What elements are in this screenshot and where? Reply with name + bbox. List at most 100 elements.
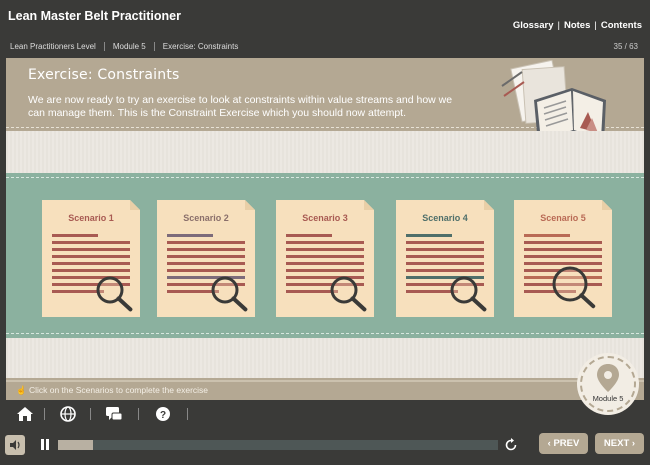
text-line — [167, 276, 245, 279]
page-counter: 35 / 63 — [613, 42, 638, 51]
text-line — [286, 234, 332, 237]
toolbar: ? — [0, 402, 650, 426]
chat-icon[interactable] — [104, 405, 124, 423]
top-bar: Lean Master Belt Practitioner Glossary | N… — [0, 0, 650, 57]
content-stage: Exercise: Constraints We are now ready t… — [6, 58, 644, 400]
magnifier-icon — [211, 276, 248, 312]
separator: | — [594, 20, 597, 31]
text-line — [286, 248, 364, 251]
text-line — [52, 255, 130, 258]
scenario-card[interactable]: Scenario 5 — [514, 200, 612, 317]
next-button[interactable]: NEXT › — [595, 433, 644, 454]
text-line — [52, 290, 104, 293]
document-lines-icon — [406, 234, 487, 312]
document-lines-icon — [286, 234, 367, 312]
divider — [6, 333, 644, 334]
help-icon[interactable]: ? — [153, 405, 173, 423]
text-line — [52, 262, 130, 265]
text-line — [406, 241, 484, 244]
linen-band-bottom — [6, 338, 644, 378]
svg-text:?: ? — [160, 410, 166, 421]
prev-button[interactable]: ‹ PREV — [539, 433, 588, 454]
pause-button[interactable] — [38, 438, 52, 452]
text-line — [524, 241, 602, 244]
text-line — [286, 290, 338, 293]
divider — [6, 380, 644, 382]
text-line — [524, 248, 602, 251]
text-line — [167, 262, 245, 265]
text-line — [406, 269, 484, 272]
replay-icon[interactable] — [503, 437, 519, 453]
toolbar-separator — [90, 408, 91, 420]
exercise-title: Exercise: Constraints — [28, 67, 180, 83]
text-line — [406, 255, 484, 258]
next-label: NEXT — [603, 438, 630, 449]
breadcrumb-page: Exercise: Constraints — [162, 42, 239, 51]
document-lines-icon — [167, 234, 248, 312]
notes-link[interactable]: Notes — [564, 20, 590, 31]
volume-button[interactable] — [5, 435, 25, 455]
text-line — [406, 290, 458, 293]
chevron-right-icon: › — [631, 438, 636, 449]
text-line — [406, 262, 484, 265]
text-line — [52, 248, 130, 251]
magnifier-icon — [96, 276, 133, 312]
glossary-link[interactable]: Glossary — [513, 20, 554, 31]
text-line — [286, 255, 364, 258]
globe-icon[interactable] — [58, 405, 78, 423]
text-line — [52, 241, 130, 244]
toolbar-separator — [44, 408, 45, 420]
progress-bar[interactable] — [58, 440, 498, 450]
text-line — [524, 262, 602, 265]
magnifier-icon — [330, 276, 367, 312]
text-line — [167, 234, 213, 237]
text-line — [524, 255, 602, 258]
hint-label: Click on the Scenarios to complete the e… — [28, 385, 209, 395]
document-lines-icon — [52, 234, 133, 312]
magnifier-icon — [552, 266, 596, 309]
text-line — [167, 248, 245, 251]
progress-fill — [58, 440, 94, 450]
scenario-card[interactable]: Scenario 3 — [276, 200, 374, 317]
text-line — [52, 234, 98, 237]
contents-link[interactable]: Contents — [601, 20, 642, 31]
top-links: Glossary | Notes | Contents — [513, 20, 642, 31]
divider — [6, 177, 644, 178]
scenario-card[interactable]: Scenario 2 — [157, 200, 255, 317]
text-line — [406, 248, 484, 251]
exercise-description: We are now ready to try an exercise to l… — [28, 94, 453, 119]
speaker-icon — [10, 440, 20, 450]
text-line — [286, 269, 364, 272]
toolbar-separator — [138, 408, 139, 420]
prev-label: PREV — [553, 438, 580, 449]
text-line — [286, 262, 364, 265]
document-lines-icon — [524, 234, 602, 309]
media-player: ‹ PREV NEXT › — [0, 428, 650, 465]
scenario-card[interactable]: Scenario 1 — [42, 200, 140, 317]
text-line — [524, 234, 570, 237]
text-line — [167, 241, 245, 244]
text-line — [52, 276, 130, 279]
app-title: Lean Master Belt Practitioner — [8, 9, 181, 23]
toolbar-separator — [187, 408, 188, 420]
breadcrumb-module: Module 5 — [105, 42, 155, 51]
linen-band-top — [6, 131, 644, 173]
text-line — [286, 276, 364, 279]
breadcrumb: Lean Practitioners Level Module 5 Exerci… — [10, 42, 246, 51]
home-icon[interactable] — [15, 405, 35, 423]
hint-text: ☝ Click on the Scenarios to complete the… — [16, 385, 208, 396]
magnifier-icon — [450, 276, 487, 312]
text-line — [167, 255, 245, 258]
text-line — [167, 269, 245, 272]
text-line — [406, 234, 452, 237]
text-line — [286, 241, 364, 244]
chevron-left-icon: ‹ — [547, 438, 551, 449]
separator: | — [557, 20, 560, 31]
hand-pointer-icon: ☝ — [16, 385, 29, 395]
text-line — [52, 269, 130, 272]
text-line — [167, 290, 219, 293]
text-line — [406, 276, 484, 279]
hint-bar: ☝ Click on the Scenarios to complete the… — [6, 378, 644, 400]
scenario-card[interactable]: Scenario 4 — [396, 200, 494, 317]
breadcrumb-level: Lean Practitioners Level — [10, 42, 105, 51]
